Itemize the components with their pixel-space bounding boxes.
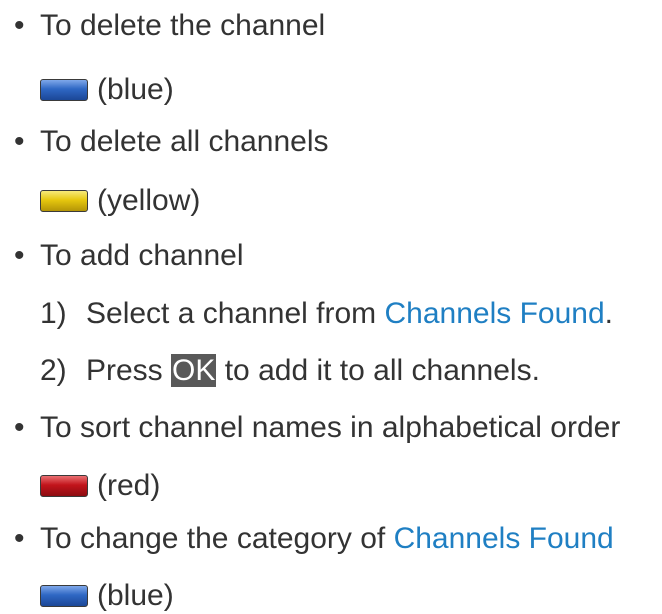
step-text-end: . [604,297,613,330]
step-text-end: to add it to all channels. [216,354,540,387]
blue-button-icon [40,585,88,607]
step-number: 1) [40,297,67,330]
key-color-label: (blue) [97,73,174,106]
step-text: Select a channel from [86,297,385,330]
key-color-label: (red) [97,469,161,502]
channels-found-link[interactable]: Channels Found [394,522,614,555]
item-text: To delete the channel [40,9,326,42]
key-line-red: (red) [40,468,160,504]
list-item-delete-all-channels: • To delete all channels [14,124,329,160]
key-line-blue: (blue) [40,72,174,108]
yellow-button-icon [40,190,88,212]
blue-button-icon [40,79,88,101]
list-item-delete-channel: • To delete the channel [14,8,325,44]
item-text: To change the category of [40,522,394,555]
item-text: To sort channel names in alphabetical or… [40,411,621,444]
step-1: 1) Select a channel from Channels Found. [40,296,613,332]
step-2: 2) Press OK to add it to all channels. [40,353,540,389]
red-button-icon [40,475,88,497]
bullet: • [14,522,25,555]
item-text: To add channel [40,239,244,272]
item-text: To delete all channels [40,125,329,158]
key-color-label: (blue) [97,579,174,612]
step-text: Press [86,354,172,387]
bullet: • [14,125,25,158]
bullet: • [14,239,25,272]
key-color-label: (yellow) [97,184,201,217]
key-line-yellow: (yellow) [40,183,200,219]
ok-key-label: OK [171,354,217,387]
key-line-blue-2: (blue) [40,578,174,614]
step-number: 2) [40,354,67,387]
bullet: • [14,9,25,42]
channels-found-link[interactable]: Channels Found [385,297,605,330]
bullet: • [14,411,25,444]
list-item-add-channel: • To add channel [14,238,244,274]
list-item-change-category: • To change the category of Channels Foun… [14,521,614,557]
list-item-sort-channels: • To sort channel names in alphabetical o… [14,410,620,446]
